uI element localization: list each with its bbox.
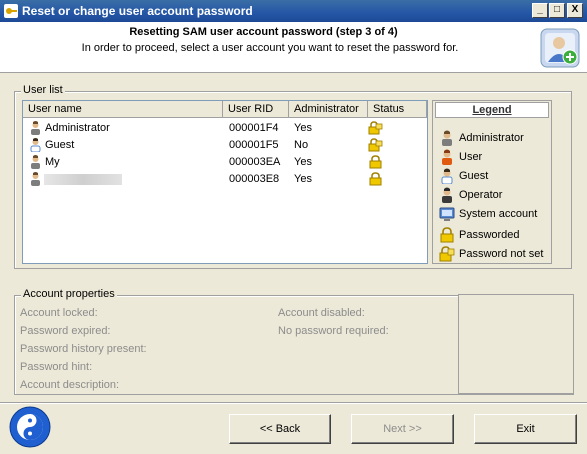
administrator-icon: [31, 155, 40, 169]
prop-account-disabled: Account disabled:: [278, 307, 365, 319]
title-bar[interactable]: Reset or change user account password _ …: [0, 0, 587, 22]
user-admin: Yes: [294, 156, 312, 168]
legend-title: Legend: [435, 102, 549, 118]
passworded-icon: [369, 155, 382, 169]
legend-item-operator: Operator: [437, 186, 551, 204]
user-admin: No: [294, 139, 309, 151]
legend-item-system-account: System account: [437, 205, 551, 223]
password-not-set-icon: [368, 138, 383, 152]
maximize-button[interactable]: □: [549, 3, 565, 18]
table-row[interactable]: Guest 000001F5 No: [23, 137, 427, 154]
minimize-button[interactable]: _: [532, 3, 548, 18]
step-title: Resetting SAM user account password (ste…: [129, 26, 398, 38]
user-rid: 000003E8: [229, 173, 280, 185]
password-not-set-icon: [439, 246, 455, 262]
guest-icon: [441, 168, 453, 184]
user-list-header: User name User RID Administrator Status: [23, 101, 427, 118]
key-app-icon: [4, 4, 18, 18]
legend-label: Administrator: [459, 132, 524, 144]
exit-button[interactable]: Exit: [474, 414, 577, 444]
prop-password-history: Password history present:: [20, 343, 147, 355]
column-administrator[interactable]: Administrator: [289, 101, 368, 118]
user-card-add-icon: [540, 28, 580, 68]
close-button[interactable]: X: [567, 3, 583, 18]
user-rid: 000003EA: [229, 156, 281, 168]
prop-account-locked: Account locked:: [20, 307, 98, 319]
redacted-user-name: [44, 174, 122, 185]
prop-no-password-required: No password required:: [278, 325, 389, 337]
administrator-icon: [31, 121, 40, 135]
window-title: Reset or change user account password: [22, 4, 253, 18]
footer-divider: [0, 402, 587, 404]
operator-icon: [442, 187, 452, 203]
table-row[interactable]: My 000003EA Yes: [23, 154, 427, 171]
dialog-window: Reset or change user account password _ …: [0, 0, 587, 454]
administrator-icon: [442, 130, 452, 146]
next-button[interactable]: Next >>: [351, 414, 454, 444]
user-name: My: [45, 156, 60, 168]
user-admin: Yes: [294, 122, 312, 134]
back-button[interactable]: << Back: [229, 414, 331, 444]
legend-label: Guest: [459, 170, 489, 182]
legend-label: Passworded: [459, 229, 520, 241]
administrator-icon: [31, 172, 40, 186]
legend-item-password-not-set: Password not set: [437, 245, 551, 263]
user-rid: 000001F5: [229, 139, 279, 151]
user-admin: Yes: [294, 173, 312, 185]
legend-item-passworded: Passworded: [437, 226, 551, 244]
password-not-set-icon: [368, 121, 383, 135]
legend-label: System account: [459, 208, 538, 220]
legend-label: User: [459, 151, 483, 163]
legend-label: Operator: [459, 189, 503, 201]
passworded-icon: [369, 172, 382, 186]
yin-yang-logo-icon: [9, 406, 51, 448]
column-user-rid[interactable]: User RID: [223, 101, 289, 118]
user-name: Administrator: [45, 122, 110, 134]
user-list-label: User list: [21, 84, 65, 96]
passworded-icon: [440, 227, 454, 243]
user-name: Guest: [45, 139, 75, 151]
legend-label: Password not set: [459, 248, 544, 260]
prop-password-expired: Password expired:: [20, 325, 111, 337]
column-user-name[interactable]: User name: [23, 101, 223, 118]
prop-account-description: Account description:: [20, 379, 120, 391]
account-properties-label: Account properties: [21, 288, 117, 300]
step-instructions: In order to proceed, select a user accou…: [81, 42, 459, 54]
legend-panel: Legend Administrator User Guest Operator…: [432, 100, 552, 264]
legend-item-user: User: [437, 148, 551, 166]
legend-item-administrator: Administrator: [437, 129, 551, 147]
user-icon: [442, 149, 452, 165]
prop-password-hint: Password hint:: [20, 361, 93, 373]
guest-icon: [30, 138, 41, 152]
wizard-header: Resetting SAM user account password (ste…: [0, 22, 587, 73]
table-row[interactable]: 000003E8 Yes: [23, 171, 427, 188]
user-list-table[interactable]: User name User RID Administrator Status …: [22, 100, 428, 264]
table-row[interactable]: Administrator 000001F4 Yes: [23, 120, 427, 137]
user-rid: 000001F4: [229, 122, 279, 134]
column-status[interactable]: Status: [368, 101, 427, 118]
account-properties-side-panel: [458, 294, 574, 394]
legend-item-guest: Guest: [437, 167, 551, 185]
system-account-icon: [439, 207, 455, 221]
